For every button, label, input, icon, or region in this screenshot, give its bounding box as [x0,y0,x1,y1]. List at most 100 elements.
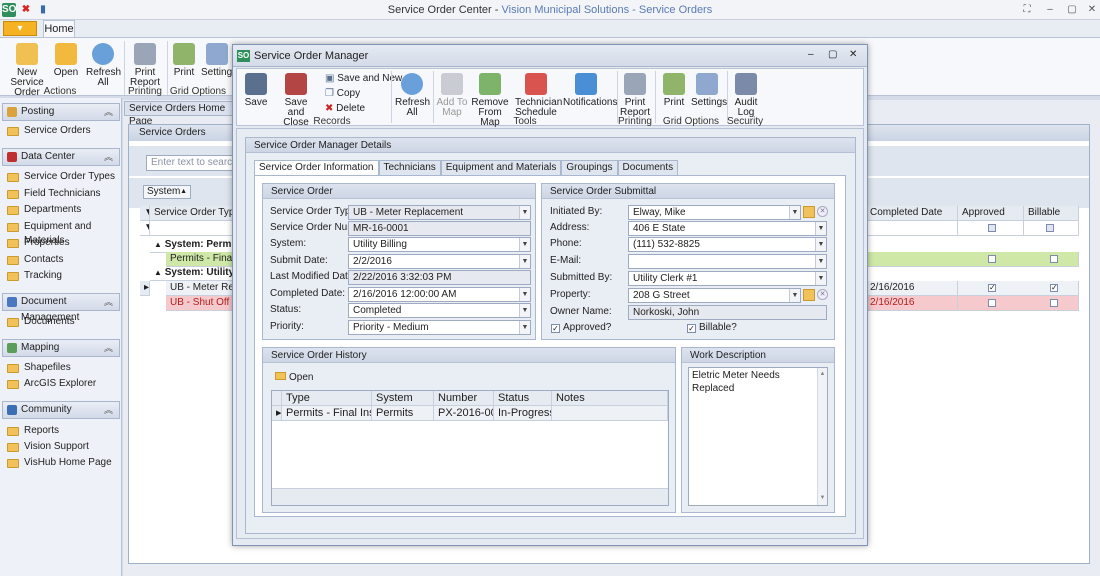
sidebar-item-contacts[interactable]: Contacts [7,253,122,267]
filter-cell[interactable] [958,221,1024,236]
table-row-fill[interactable] [866,252,1079,267]
tab-home[interactable]: Home [43,20,75,38]
system-select[interactable]: Utility Billing ▼ [348,237,531,252]
print-button[interactable]: Print [661,73,687,108]
sidebar-item-equipment-materials[interactable]: Equipment and Materials [7,220,122,246]
audit-log-button[interactable]: Audit Log [731,73,761,118]
history-col-notes[interactable]: Notes [552,391,668,406]
print-button[interactable]: Print [171,43,197,78]
priority-select[interactable]: Priority - Medium ▼ [348,320,531,335]
notifications-button[interactable]: Notifications [563,73,617,108]
open-button[interactable]: Open [52,43,80,78]
section-document-management-header[interactable]: Document Management ︽ [2,293,120,323]
clear-icon[interactable]: ✕ [817,289,828,300]
restore-layout-icon[interactable]: ⛶ [1020,4,1034,16]
history-cell-system[interactable]: Permits [372,406,434,421]
checkbox-cells[interactable]: ✓ ✓ [958,281,1079,296]
group-row-permits[interactable]: ▲ System: Permits [150,238,234,253]
billable-checkbox[interactable]: ✓ [687,324,696,333]
tab-technicians[interactable]: Technicians [378,160,441,175]
tab-groupings[interactable]: Groupings [561,160,618,175]
history-cell-status[interactable]: In-Progress [494,406,552,421]
history-open-button[interactable]: Open [275,372,313,384]
approved-checkbox[interactable] [988,255,996,263]
filter-checkbox[interactable] [988,224,996,232]
tab-service-order-information[interactable]: Service Order Information [254,160,379,175]
completed-date-cell[interactable]: 2/16/2016 [866,281,958,296]
refresh-all-button[interactable]: Refresh All [395,73,430,118]
history-cell-notes[interactable] [552,406,668,421]
history-col-system[interactable]: System [372,391,434,406]
browse-folder-icon[interactable] [803,289,815,301]
maximize-icon[interactable]: ▢ [828,49,837,60]
technician-schedule-button[interactable]: Technician Schedule [515,73,562,118]
history-cell-number[interactable]: PX-2016-0001 [434,406,494,421]
minimize-icon[interactable]: – [1043,4,1057,16]
history-col-number[interactable]: Number [434,391,494,406]
scroll-down-icon[interactable]: ▼ [818,492,827,505]
approved-checkbox[interactable]: ✓ [988,284,996,292]
phone-select[interactable]: (111) 532-8825 ▼ [628,237,827,252]
group-by-system-chip[interactable]: System ▲ [143,185,191,199]
browse-folder-icon[interactable] [803,206,815,218]
history-col-status[interactable]: Status [494,391,552,406]
status-select[interactable]: Completed ▼ [348,303,531,318]
submitted-by-select[interactable]: Utility Clerk #1 ▼ [628,271,827,286]
sidebar-item-tracking[interactable]: Tracking [7,269,122,283]
sidebar-item-field-technicians[interactable]: Field Technicians [7,187,122,201]
section-posting-header[interactable]: Posting ︽ [2,103,120,121]
filter-cell[interactable] [1024,221,1079,236]
filter-checkbox[interactable] [1046,224,1054,232]
billable-checkbox[interactable] [1050,255,1058,263]
search-input[interactable]: Enter text to search... [146,155,234,171]
file-menu-button[interactable]: ▾ [3,21,37,36]
billable-checkbox[interactable] [1050,299,1058,307]
filter-cell[interactable] [150,221,234,236]
column-header-billable[interactable]: Billable [1024,206,1079,221]
table-row[interactable]: Permits - Final Inspection [166,252,234,267]
filter-cell[interactable] [866,221,958,236]
completed-date-cell[interactable]: 2/16/2016 [866,296,958,311]
sidebar-item-departments[interactable]: Departments [7,203,122,217]
sidebar-item-properties[interactable]: Properties [7,236,122,250]
refresh-all-button[interactable]: Refresh All [86,43,121,88]
approved-checkbox[interactable] [988,299,996,307]
address-select[interactable]: 406 E State ▼ [628,221,827,236]
service-order-type-select[interactable]: UB - Meter Replacement ▼ [348,205,531,220]
print-report-button[interactable]: Print Report [128,43,162,88]
document-tab-home[interactable]: Service Orders Home Page✕ [124,101,247,127]
clear-icon[interactable]: ✕ [817,206,828,217]
section-mapping-header[interactable]: Mapping ︽ [2,339,120,357]
sidebar-item-service-order-types[interactable]: Service Order Types [7,170,122,184]
settings-button[interactable]: Settings [201,43,237,78]
section-data-center-header[interactable]: Data Center ︽ [2,148,120,166]
column-header-approved[interactable]: Approved [958,206,1024,221]
work-description-textarea[interactable]: Eletric Meter Needs Replaced ▲ ▼ [688,367,828,506]
close-icon[interactable]: ✕ [1085,4,1099,16]
history-cell-type[interactable]: Permits - Final Inspection [282,406,372,421]
scrollbar[interactable]: ▲ ▼ [817,368,827,505]
approved-checkbox[interactable]: ✓ [551,324,560,333]
sidebar-item-shapefiles[interactable]: Shapefiles [7,361,122,375]
section-community-header[interactable]: Community ︽ [2,401,120,419]
property-select[interactable]: 208 G Street ▼ [628,288,801,303]
add-to-map-button[interactable]: Add To Map [435,73,469,118]
minimize-icon[interactable]: – [808,49,814,60]
checkbox-cells[interactable] [958,296,1079,311]
tab-documents[interactable]: Documents [617,160,679,175]
history-col-type[interactable]: Type [282,391,372,406]
save-button[interactable]: Save [241,73,271,108]
sidebar-item-arcgis-explorer[interactable]: ArcGIS Explorer [7,377,122,391]
table-row[interactable]: UB - Shut Off [166,296,234,311]
billable-checkbox[interactable]: ✓ [1050,284,1058,292]
group-row-utility-billing[interactable]: ▲ System: Utility Billing [150,266,234,281]
sidebar-item-vishub-home-page[interactable]: VisHub Home Page [7,456,122,470]
sidebar-item-reports[interactable]: Reports [7,424,122,438]
tab-equipment-and-materials[interactable]: Equipment and Materials [440,160,562,175]
maximize-icon[interactable]: ▢ [1065,4,1079,16]
initiated-by-select[interactable]: Elway, Mike ▼ [628,205,801,220]
settings-button[interactable]: Settings [691,73,727,108]
sidebar-item-vision-support[interactable]: Vision Support [7,440,122,454]
close-icon[interactable]: ✕ [849,49,857,60]
submit-date-picker[interactable]: 2/2/2016 ▼ [348,254,531,269]
